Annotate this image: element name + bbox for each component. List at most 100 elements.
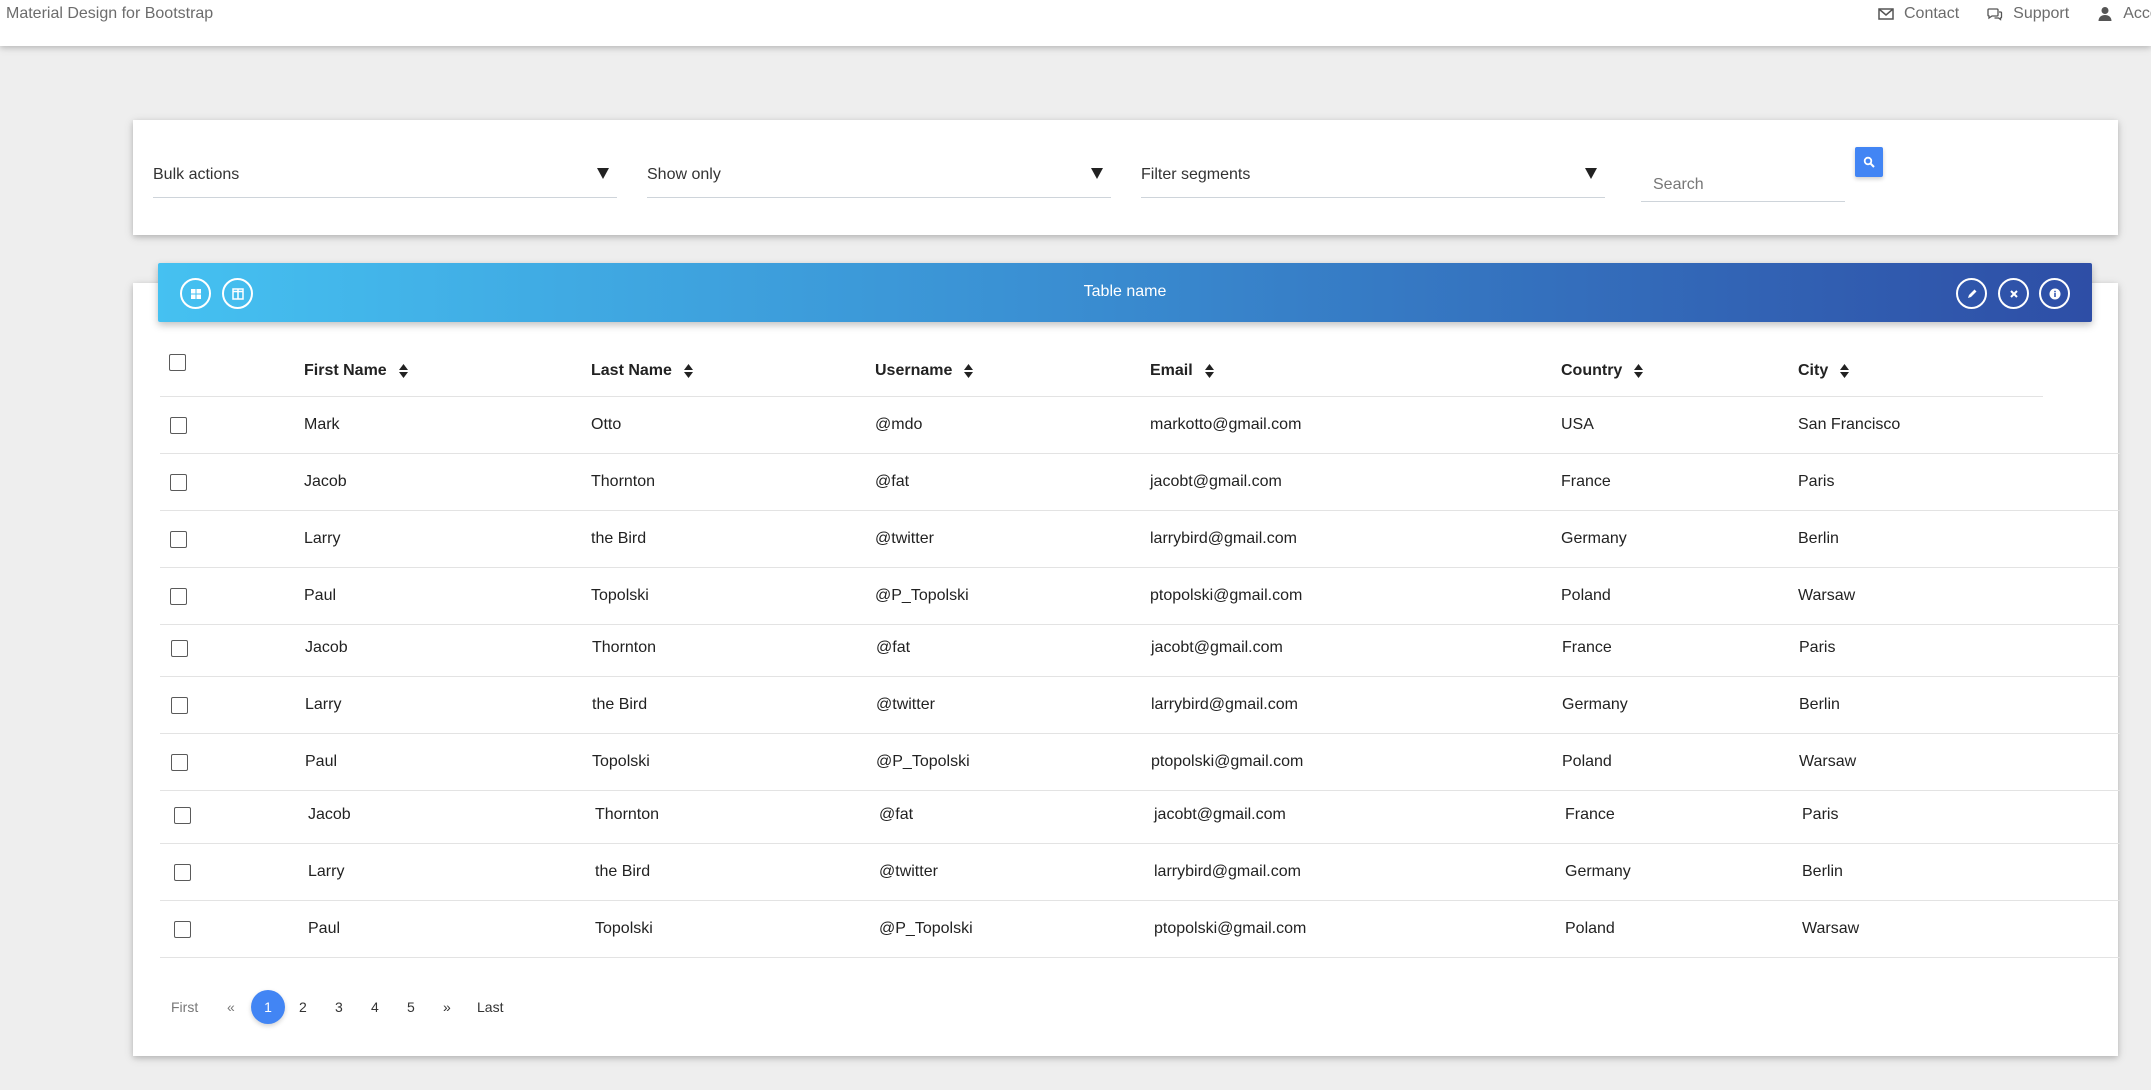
sort-icon xyxy=(964,364,974,378)
row-checkbox[interactable] xyxy=(170,474,187,491)
row-checkbox[interactable] xyxy=(171,640,188,657)
cell-country: Poland xyxy=(1561,587,1611,604)
select-all-checkbox[interactable] xyxy=(169,354,186,371)
column-header-country[interactable]: Country xyxy=(1561,362,1644,380)
cell-first-name: Larry xyxy=(305,696,342,713)
table-row[interactable]: Jacob Thornton @fat jacobt@gmail.com France P… xyxy=(160,620,2120,677)
caret-down-icon xyxy=(1585,168,1597,179)
bulk-actions-select[interactable]: Bulk actions xyxy=(153,144,617,198)
page-4[interactable]: 4 xyxy=(371,990,379,1024)
row-checkbox[interactable] xyxy=(170,588,187,605)
table-row[interactable]: Larry the Bird @twitter larrybird@gmail.com… xyxy=(160,844,2120,901)
cell-username: @P_Topolski xyxy=(876,753,970,770)
filter-card: Bulk actions Show only Filter segments xyxy=(133,120,2118,235)
filter-segments-select[interactable]: Filter segments xyxy=(1141,144,1605,198)
row-checkbox[interactable] xyxy=(174,864,191,881)
cell-first-name: Larry xyxy=(304,530,341,547)
cell-last-name: Thornton xyxy=(595,806,660,823)
cell-country: France xyxy=(1562,639,1612,656)
column-header-last-name[interactable]: Last Name xyxy=(591,362,693,380)
nav-link-label: Account xyxy=(2123,5,2151,22)
table-row[interactable]: Larry the Bird @twitter larrybird@gmail.com… xyxy=(160,511,2120,568)
cell-email: larrybird@gmail.com xyxy=(1151,696,1298,713)
page-last[interactable]: Last xyxy=(477,990,503,1024)
cell-first-name: Jacob xyxy=(308,806,351,823)
column-label: Last Name xyxy=(591,362,672,379)
column-header-username[interactable]: Username xyxy=(875,362,974,380)
table-row[interactable]: Paul Topolski @P_Topolski ptopolski@gmail.c… xyxy=(160,734,2120,791)
cell-city: Paris xyxy=(1802,806,1839,823)
row-divider xyxy=(2043,957,2120,958)
row-checkbox[interactable] xyxy=(174,921,191,938)
row-checkbox[interactable] xyxy=(170,417,187,434)
cell-city: Berlin xyxy=(1802,863,1843,880)
column-header-city[interactable]: City xyxy=(1798,362,1850,380)
cell-country: Germany xyxy=(1562,696,1628,713)
sort-icon xyxy=(1840,364,1850,378)
cell-email: jacobt@gmail.com xyxy=(1154,806,1286,823)
search-button[interactable] xyxy=(1855,147,1883,177)
cell-last-name: Thornton xyxy=(592,639,657,656)
cell-country: France xyxy=(1565,806,1615,823)
column-header-email[interactable]: Email xyxy=(1150,362,1214,380)
row-checkbox[interactable] xyxy=(170,531,187,548)
cell-email: jacobt@gmail.com xyxy=(1150,473,1282,490)
cell-first-name: Jacob xyxy=(305,639,348,656)
cell-first-name: Paul xyxy=(304,587,337,604)
nav-link-contact[interactable]: Contact xyxy=(1878,5,1959,23)
table-row[interactable]: Larry the Bird @twitter larrybird@gmail.com… xyxy=(160,677,2120,734)
cell-email: jacobt@gmail.com xyxy=(1151,639,1283,656)
table-row[interactable]: Mark Otto @mdo markotto@gmail.com USA San Fra… xyxy=(160,397,2120,454)
table-row[interactable]: Jacob Thornton @fat jacobt@gmail.com France P… xyxy=(160,787,2120,844)
cell-city: Paris xyxy=(1799,639,1836,656)
table-row[interactable]: Paul Topolski @P_Topolski ptopolski@gmail.c… xyxy=(160,568,2120,625)
brand-title[interactable]: Material Design for Bootstrap xyxy=(6,5,213,23)
cell-last-name: Thornton xyxy=(591,473,656,490)
user-icon xyxy=(2098,7,2112,21)
cell-username: @fat xyxy=(876,639,911,656)
row-checkbox[interactable] xyxy=(171,697,188,714)
table-head: First Name Last Name Username Email Coun… xyxy=(160,340,2043,397)
cell-country: Poland xyxy=(1565,920,1615,937)
info-button[interactable] xyxy=(2039,278,2070,309)
edit-button[interactable] xyxy=(1956,278,1987,309)
page-first[interactable]: First xyxy=(171,990,198,1024)
sort-icon xyxy=(1634,364,1644,378)
nav-link-support[interactable]: Support xyxy=(1987,5,2069,23)
table-title: Table name xyxy=(1083,283,1167,300)
page-prev[interactable]: « xyxy=(227,990,235,1024)
select-label: Show only xyxy=(647,166,721,183)
page-3[interactable]: 3 xyxy=(335,990,343,1024)
column-label: First Name xyxy=(304,362,387,379)
pencil-icon xyxy=(1967,289,1976,298)
close-icon xyxy=(2009,289,2018,298)
page-2[interactable]: 2 xyxy=(299,990,307,1024)
top-navbar: Material Design for Bootstrap Contact Su… xyxy=(0,0,2151,46)
cell-first-name: Larry xyxy=(308,863,345,880)
page-next[interactable]: » xyxy=(443,990,451,1024)
column-label: Username xyxy=(875,362,953,379)
remove-button[interactable] xyxy=(1998,278,2029,309)
nav-link-account[interactable]: Account xyxy=(2097,5,2151,23)
cell-last-name: Otto xyxy=(591,416,622,433)
comments-icon xyxy=(1987,8,2003,21)
row-checkbox[interactable] xyxy=(174,807,191,824)
cell-email: larrybird@gmail.com xyxy=(1154,863,1301,880)
cell-email: ptopolski@gmail.com xyxy=(1154,920,1307,937)
cell-city: Berlin xyxy=(1799,696,1840,713)
page-1[interactable]: 1 xyxy=(251,990,285,1024)
page-5[interactable]: 5 xyxy=(407,990,415,1024)
cell-username: @twitter xyxy=(879,863,938,880)
show-only-select[interactable]: Show only xyxy=(647,144,1111,198)
nav-links: Contact Support Account xyxy=(1850,5,2151,23)
nav-link-label: Support xyxy=(2013,5,2070,22)
table-row[interactable]: Paul Topolski @P_Topolski ptopolski@gmail.c… xyxy=(160,901,2120,958)
search-input[interactable] xyxy=(1641,144,1845,202)
envelope-icon xyxy=(1878,8,1894,20)
row-checkbox[interactable] xyxy=(171,754,188,771)
cell-last-name: Topolski xyxy=(595,920,653,937)
cell-username: @fat xyxy=(879,806,914,823)
table-row[interactable]: Jacob Thornton @fat jacobt@gmail.com France P… xyxy=(160,454,2120,511)
column-header-first-name[interactable]: First Name xyxy=(304,362,408,380)
cell-first-name: Mark xyxy=(304,416,340,433)
